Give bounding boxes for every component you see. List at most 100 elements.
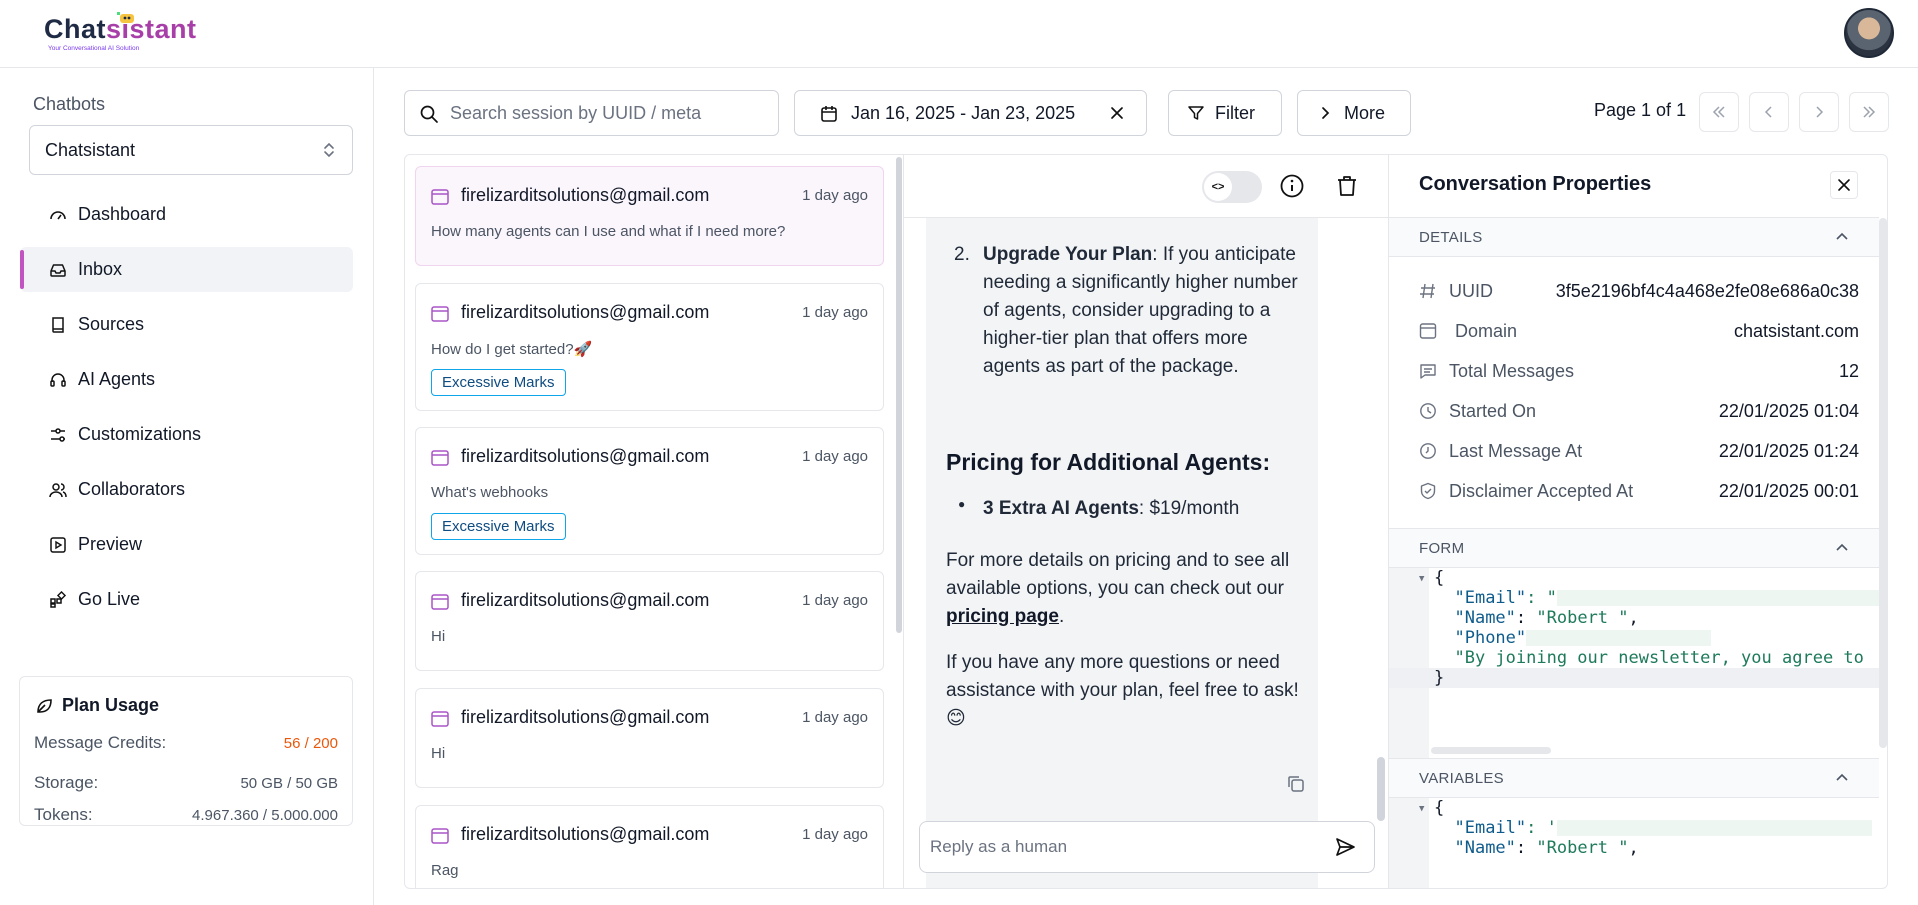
browser-window-icon: [431, 594, 449, 610]
property-domain: Domain chatsistant.com: [1419, 316, 1859, 346]
sidebar-item-preview[interactable]: Preview: [20, 522, 353, 567]
editor-active-line: [1389, 668, 1879, 688]
copy-icon[interactable]: [1286, 774, 1306, 794]
details-section-header[interactable]: DETAILS: [1389, 217, 1879, 257]
message-heading: Pricing for Additional Agents:: [946, 449, 1271, 475]
play-square-icon: [50, 536, 66, 553]
code-line: {: [1434, 798, 1445, 818]
filter-button[interactable]: Filter: [1168, 90, 1282, 136]
bullet-bold: 3 Extra AI Agents: [983, 498, 1139, 519]
browser-window-icon: [431, 189, 449, 205]
property-uuid: UUID 3f5e2196bf4c4a468e2fe08e686a0c38: [1419, 276, 1859, 306]
search-input[interactable]: [450, 92, 770, 134]
reply-input[interactable]: [930, 826, 1310, 868]
session-card[interactable]: firelizarditsolutions@gmail.com 1 day ag…: [415, 805, 884, 888]
gauge-icon: [50, 210, 66, 219]
session-time: 1 day ago: [802, 709, 868, 726]
chevron-up-down-icon: [324, 142, 334, 158]
variables-section-header[interactable]: VARIABLES: [1389, 758, 1879, 798]
conversation-properties: Conversation Properties DETAILS UUID 3f5…: [1389, 155, 1887, 888]
send-icon[interactable]: [1334, 836, 1356, 858]
sidebar-item-go-live[interactable]: Go Live: [20, 577, 353, 622]
chat-scrollbar[interactable]: [1377, 757, 1385, 821]
form-horizontal-scrollbar[interactable]: [1431, 747, 1551, 754]
usage-label: Message Credits:: [34, 733, 167, 752]
session-card[interactable]: firelizarditsolutions@gmail.com 1 day ag…: [415, 283, 884, 411]
form-section-header[interactable]: FORM: [1389, 528, 1879, 568]
variables-json-editor[interactable]: ▼ { "Email": ' "Name": "Robert ",: [1389, 798, 1879, 888]
form-json-editor[interactable]: ▼ { "Email": " "Name": "Robert ", "Phone…: [1389, 568, 1879, 758]
code-line: }: [1434, 668, 1445, 688]
chevrons-right-icon: [1863, 106, 1876, 118]
chatbot-select-value: Chatsistant: [45, 140, 136, 160]
property-started-on: Started On 22/01/2025 01:04: [1419, 396, 1859, 426]
property-label: UUID: [1449, 280, 1493, 301]
more-button[interactable]: More: [1297, 90, 1411, 136]
sidebar-item-dashboard[interactable]: Dashboard: [20, 192, 353, 237]
sidebar-item-inbox[interactable]: Inbox: [20, 247, 353, 292]
logo-tagline: Your Conversational AI Solution: [48, 45, 140, 52]
first-page-button[interactable]: [1699, 92, 1739, 132]
previous-page-button[interactable]: [1749, 92, 1789, 132]
bullet-dot: ●: [958, 497, 966, 511]
sidebar-item-ai-agents[interactable]: AI Agents: [20, 357, 353, 402]
usage-value: 56 / 200: [283, 734, 338, 752]
sidebar-item-sources[interactable]: Sources: [20, 302, 353, 347]
raw-view-toggle[interactable]: <>: [1202, 171, 1262, 203]
leaf-icon: [37, 698, 52, 713]
usage-row-storage: Storage: 50 GB / 50 GB: [34, 773, 338, 793]
list-item-text: Upgrade Your Plan: If you anticipate nee…: [983, 241, 1303, 381]
list-item-bold: Upgrade Your Plan: [983, 244, 1153, 265]
session-preview: What's webhooks: [431, 484, 549, 501]
json-key: "Name": [1454, 608, 1516, 628]
chevron-up-icon: [1836, 773, 1848, 781]
browser-window-icon: [431, 450, 449, 466]
session-email: firelizarditsolutions@gmail.com: [461, 824, 710, 844]
fold-arrow-icon[interactable]: ▼: [1419, 804, 1424, 814]
filter-icon: [1188, 106, 1204, 120]
next-page-button[interactable]: [1799, 92, 1839, 132]
usage-row-credits: Message Credits: 56 / 200: [34, 733, 338, 753]
browser-icon: [1419, 323, 1437, 339]
code-line: "By joining our newsletter, you agree to: [1434, 648, 1863, 668]
session-email: firelizarditsolutions@gmail.com: [461, 302, 710, 322]
redacted-value: [1556, 820, 1872, 836]
date-range-picker[interactable]: Jan 16, 2025 - Jan 23, 2025: [794, 90, 1147, 136]
property-value: 22/01/2025 00:01: [1718, 480, 1859, 501]
form-title: FORM: [1419, 540, 1465, 557]
sidebar-item-customizations[interactable]: Customizations: [20, 412, 353, 457]
fold-arrow-icon[interactable]: ▼: [1419, 574, 1424, 584]
session-email: firelizarditsolutions@gmail.com: [461, 446, 710, 466]
message-icon: [1420, 364, 1436, 379]
json-value: : ": [1526, 588, 1557, 608]
json-key: "Name": [1454, 838, 1516, 858]
plan-usage-title: Plan Usage: [62, 695, 160, 715]
last-page-button[interactable]: [1849, 92, 1889, 132]
pricing-page-link[interactable]: pricing page: [946, 606, 1059, 627]
sidebar-item-collaborators[interactable]: Collaborators: [20, 467, 353, 512]
redacted-value: [1556, 590, 1879, 606]
chevron-right-icon: [1816, 106, 1824, 118]
info-icon[interactable]: [1279, 173, 1305, 199]
close-properties-button[interactable]: [1830, 171, 1858, 199]
clock-icon: [1420, 443, 1436, 459]
session-time: 1 day ago: [802, 826, 868, 843]
chat-header: <>: [904, 155, 1388, 218]
properties-scrollbar[interactable]: [1879, 218, 1887, 748]
session-card[interactable]: firelizarditsolutions@gmail.com 1 day ag…: [415, 427, 884, 555]
session-card[interactable]: firelizarditsolutions@gmail.com 1 day ag…: [415, 688, 884, 788]
session-card[interactable]: firelizarditsolutions@gmail.com 1 day ag…: [415, 571, 884, 671]
page-indicator: Page 1 of 1: [1594, 100, 1687, 120]
browser-window-icon: [431, 711, 449, 727]
code-line: {: [1434, 568, 1445, 588]
app-logo[interactable]: Chatsistant Your Conversational AI Solut…: [44, 12, 196, 56]
chatbot-select[interactable]: Chatsistant: [29, 125, 353, 175]
session-card[interactable]: firelizarditsolutions@gmail.com 1 day ag…: [415, 166, 884, 266]
clear-date-icon[interactable]: [1108, 104, 1126, 122]
session-preview: Hi: [431, 628, 446, 645]
reply-box: [919, 821, 1375, 873]
trash-icon[interactable]: [1334, 173, 1360, 199]
session-list-scrollbar[interactable]: [896, 157, 902, 633]
user-avatar[interactable]: [1844, 8, 1894, 58]
property-last-message-at: Last Message At 22/01/2025 01:24: [1419, 436, 1859, 466]
